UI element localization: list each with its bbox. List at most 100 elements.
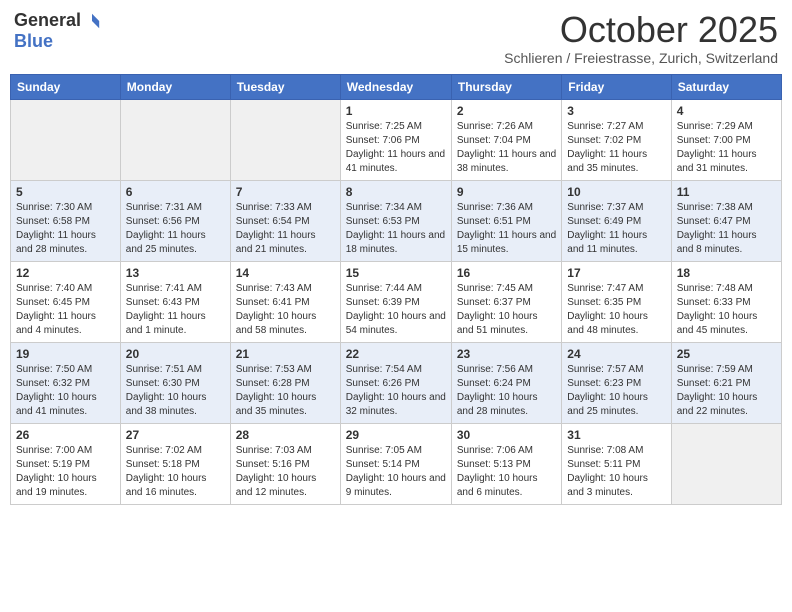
- cell-info: Sunrise: 7:30 AM Sunset: 6:58 PM Dayligh…: [16, 201, 115, 257]
- cell-info: Sunrise: 7:27 AM Sunset: 7:02 PM Dayligh…: [567, 120, 665, 176]
- calendar-cell: 14 Sunrise: 7:43 AM Sunset: 6:41 PM Dayli…: [230, 261, 340, 342]
- cell-info: Sunrise: 7:03 AM Sunset: 5:16 PM Dayligh…: [236, 444, 335, 500]
- header-saturday: Saturday: [671, 74, 781, 99]
- header-row: Sunday Monday Tuesday Wednesday Thursday…: [11, 74, 782, 99]
- logo-general: General: [14, 10, 81, 31]
- logo-icon: [83, 12, 101, 30]
- calendar-cell: 22 Sunrise: 7:54 AM Sunset: 6:26 PM Dayli…: [340, 342, 451, 423]
- cell-info: Sunrise: 7:41 AM Sunset: 6:43 PM Dayligh…: [126, 282, 225, 338]
- calendar-cell: [230, 99, 340, 180]
- day-number: 18: [677, 266, 776, 280]
- cell-info: Sunrise: 7:54 AM Sunset: 6:26 PM Dayligh…: [346, 363, 446, 419]
- cell-info: Sunrise: 7:26 AM Sunset: 7:04 PM Dayligh…: [457, 120, 556, 176]
- cell-info: Sunrise: 7:40 AM Sunset: 6:45 PM Dayligh…: [16, 282, 115, 338]
- cell-info: Sunrise: 7:53 AM Sunset: 6:28 PM Dayligh…: [236, 363, 335, 419]
- cell-info: Sunrise: 7:51 AM Sunset: 6:30 PM Dayligh…: [126, 363, 225, 419]
- calendar-cell: [11, 99, 121, 180]
- day-number: 25: [677, 347, 776, 361]
- calendar-cell: 8Sunrise: 7:34 AM Sunset: 6:53 PM Daylig…: [340, 180, 451, 261]
- calendar-cell: 25 Sunrise: 7:59 AM Sunset: 6:21 PM Dayli…: [671, 342, 781, 423]
- day-number: 17: [567, 266, 665, 280]
- day-number: 22: [346, 347, 446, 361]
- calendar-cell: 12 Sunrise: 7:40 AM Sunset: 6:45 PM Dayli…: [11, 261, 121, 342]
- day-number: 4: [677, 104, 776, 118]
- day-number: 9: [457, 185, 556, 199]
- day-number: 3: [567, 104, 665, 118]
- calendar-cell: 11 Sunrise: 7:38 AM Sunset: 6:47 PM Dayli…: [671, 180, 781, 261]
- calendar-cell: 28 Sunrise: 7:03 AM Sunset: 5:16 PM Dayli…: [230, 423, 340, 504]
- logo-blue: Blue: [14, 31, 53, 51]
- cell-info: Sunrise: 7:00 AM Sunset: 5:19 PM Dayligh…: [16, 444, 115, 500]
- calendar-cell: 17 Sunrise: 7:47 AM Sunset: 6:35 PM Dayli…: [562, 261, 671, 342]
- day-number: 15: [346, 266, 446, 280]
- calendar-cell: 7Sunrise: 7:33 AM Sunset: 6:54 PM Daylig…: [230, 180, 340, 261]
- day-number: 29: [346, 428, 446, 442]
- calendar-cell: 2Sunrise: 7:26 AM Sunset: 7:04 PM Daylig…: [451, 99, 561, 180]
- cell-info: Sunrise: 7:31 AM Sunset: 6:56 PM Dayligh…: [126, 201, 225, 257]
- cell-info: Sunrise: 7:50 AM Sunset: 6:32 PM Dayligh…: [16, 363, 115, 419]
- day-number: 8: [346, 185, 446, 199]
- day-number: 10: [567, 185, 665, 199]
- day-number: 24: [567, 347, 665, 361]
- calendar-cell: 20Sunrise: 7:51 AM Sunset: 6:30 PM Dayli…: [120, 342, 230, 423]
- cell-info: Sunrise: 7:44 AM Sunset: 6:39 PM Dayligh…: [346, 282, 446, 338]
- cell-info: Sunrise: 7:43 AM Sunset: 6:41 PM Dayligh…: [236, 282, 335, 338]
- day-number: 12: [16, 266, 115, 280]
- day-number: 19: [16, 347, 115, 361]
- calendar-cell: 5Sunrise: 7:30 AM Sunset: 6:58 PM Daylig…: [11, 180, 121, 261]
- calendar-cell: 29 Sunrise: 7:05 AM Sunset: 5:14 PM Dayli…: [340, 423, 451, 504]
- cell-info: Sunrise: 7:37 AM Sunset: 6:49 PM Dayligh…: [567, 201, 665, 257]
- calendar-cell: 1 Sunrise: 7:25 AM Sunset: 7:06 PM Daylig…: [340, 99, 451, 180]
- cell-info: Sunrise: 7:45 AM Sunset: 6:37 PM Dayligh…: [457, 282, 556, 338]
- day-number: 14: [236, 266, 335, 280]
- calendar-week-4: 19 Sunrise: 7:50 AM Sunset: 6:32 PM Dayli…: [11, 342, 782, 423]
- page-header: General Blue October 2025 Schlieren / Fr…: [10, 10, 782, 66]
- calendar-cell: 31Sunrise: 7:08 AM Sunset: 5:11 PM Dayli…: [562, 423, 671, 504]
- cell-info: Sunrise: 7:06 AM Sunset: 5:13 PM Dayligh…: [457, 444, 556, 500]
- header-monday: Monday: [120, 74, 230, 99]
- cell-info: Sunrise: 7:48 AM Sunset: 6:33 PM Dayligh…: [677, 282, 776, 338]
- title-block: October 2025 Schlieren / Freiestrasse, Z…: [504, 10, 778, 66]
- cell-info: Sunrise: 7:29 AM Sunset: 7:00 PM Dayligh…: [677, 120, 776, 176]
- month-title: October 2025: [504, 10, 778, 50]
- day-number: 6: [126, 185, 225, 199]
- day-number: 7: [236, 185, 335, 199]
- day-number: 11: [677, 185, 776, 199]
- day-number: 16: [457, 266, 556, 280]
- cell-info: Sunrise: 7:36 AM Sunset: 6:51 PM Dayligh…: [457, 201, 556, 257]
- header-tuesday: Tuesday: [230, 74, 340, 99]
- calendar-cell: 27Sunrise: 7:02 AM Sunset: 5:18 PM Dayli…: [120, 423, 230, 504]
- cell-info: Sunrise: 7:47 AM Sunset: 6:35 PM Dayligh…: [567, 282, 665, 338]
- day-number: 23: [457, 347, 556, 361]
- calendar-cell: [671, 423, 781, 504]
- header-wednesday: Wednesday: [340, 74, 451, 99]
- cell-info: Sunrise: 7:56 AM Sunset: 6:24 PM Dayligh…: [457, 363, 556, 419]
- calendar-cell: 10 Sunrise: 7:37 AM Sunset: 6:49 PM Dayli…: [562, 180, 671, 261]
- calendar-cell: 19 Sunrise: 7:50 AM Sunset: 6:32 PM Dayli…: [11, 342, 121, 423]
- day-number: 28: [236, 428, 335, 442]
- day-number: 31: [567, 428, 665, 442]
- cell-info: Sunrise: 7:59 AM Sunset: 6:21 PM Dayligh…: [677, 363, 776, 419]
- day-number: 21: [236, 347, 335, 361]
- calendar-cell: 13 Sunrise: 7:41 AM Sunset: 6:43 PM Dayli…: [120, 261, 230, 342]
- cell-info: Sunrise: 7:57 AM Sunset: 6:23 PM Dayligh…: [567, 363, 665, 419]
- day-number: 30: [457, 428, 556, 442]
- header-friday: Friday: [562, 74, 671, 99]
- day-number: 13: [126, 266, 225, 280]
- header-sunday: Sunday: [11, 74, 121, 99]
- calendar-cell: 21 Sunrise: 7:53 AM Sunset: 6:28 PM Dayli…: [230, 342, 340, 423]
- calendar-cell: 15 Sunrise: 7:44 AM Sunset: 6:39 PM Dayli…: [340, 261, 451, 342]
- cell-info: Sunrise: 7:25 AM Sunset: 7:06 PM Dayligh…: [346, 120, 446, 176]
- calendar-week-1: 1 Sunrise: 7:25 AM Sunset: 7:06 PM Daylig…: [11, 99, 782, 180]
- calendar-cell: 16 Sunrise: 7:45 AM Sunset: 6:37 PM Dayli…: [451, 261, 561, 342]
- day-number: 27: [126, 428, 225, 442]
- cell-info: Sunrise: 7:38 AM Sunset: 6:47 PM Dayligh…: [677, 201, 776, 257]
- calendar-week-2: 5Sunrise: 7:30 AM Sunset: 6:58 PM Daylig…: [11, 180, 782, 261]
- cell-info: Sunrise: 7:05 AM Sunset: 5:14 PM Dayligh…: [346, 444, 446, 500]
- location-title: Schlieren / Freiestrasse, Zurich, Switze…: [504, 50, 778, 66]
- day-number: 1: [346, 104, 446, 118]
- calendar-cell: 9 Sunrise: 7:36 AM Sunset: 6:51 PM Daylig…: [451, 180, 561, 261]
- calendar-cell: 3 Sunrise: 7:27 AM Sunset: 7:02 PM Daylig…: [562, 99, 671, 180]
- calendar-cell: 24 Sunrise: 7:57 AM Sunset: 6:23 PM Dayli…: [562, 342, 671, 423]
- logo: General Blue: [14, 10, 101, 52]
